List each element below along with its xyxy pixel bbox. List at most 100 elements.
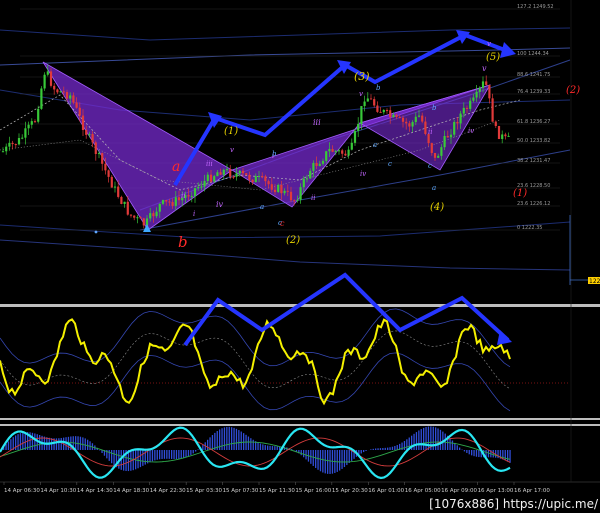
histogram-bar [231, 427, 233, 450]
histogram-bar [31, 432, 34, 450]
candle-body [254, 176, 257, 183]
candle-body [312, 163, 315, 171]
histogram-bar [257, 442, 259, 450]
histogram-bar [384, 447, 386, 450]
histogram-bar [17, 434, 19, 450]
histogram-bar [226, 426, 228, 450]
wave-label: (5) [486, 52, 500, 63]
histogram-bar [267, 445, 269, 450]
candle-body [264, 176, 267, 182]
candle-body [315, 163, 318, 166]
candle-body [350, 142, 353, 150]
candle-body [206, 174, 209, 181]
histogram-bar [466, 450, 468, 453]
candle-body [497, 125, 501, 139]
histogram-bar [223, 427, 226, 450]
candle-body [69, 95, 72, 99]
candle-body [446, 135, 449, 138]
candle-body [328, 149, 331, 152]
histogram-bar [425, 427, 427, 450]
candle-body [341, 150, 344, 154]
candle-body [136, 217, 139, 219]
candle-body [17, 138, 21, 145]
candle-body [88, 134, 91, 136]
time-tick-label: 15 Apr 03:30 [186, 488, 222, 494]
histogram-bar [190, 450, 192, 455]
candle-body [376, 105, 379, 112]
candle-body [398, 116, 401, 118]
histogram-bar [315, 450, 317, 468]
histogram-bar [171, 450, 173, 459]
candle-body [139, 217, 142, 219]
time-tick-label: 16 Apr 05:00 [405, 488, 441, 494]
candle-body [277, 184, 280, 192]
candle-body [209, 174, 213, 182]
candle-body [257, 176, 261, 178]
candle-body [379, 111, 382, 113]
candle-body [421, 115, 424, 122]
histogram-bar [149, 450, 151, 463]
candle-body [325, 151, 328, 161]
time-tick-label: 14 Apr 14:30 [77, 488, 113, 494]
histogram-bar [377, 448, 379, 450]
time-tick-label: 16 Apr 01:00 [368, 488, 404, 494]
candle-body [56, 89, 59, 93]
candle-body [366, 98, 369, 102]
candle-body [501, 134, 504, 139]
candle-body [305, 178, 309, 180]
histogram-bar [60, 437, 62, 450]
time-tick-label: 14 Apr 06:30 [4, 488, 40, 494]
histogram-bar [415, 432, 418, 450]
histogram-bar [221, 428, 223, 450]
wave-label: a [260, 203, 264, 211]
histogram-bar [339, 450, 341, 471]
fib-level-label: 38.2 1231.47 [517, 158, 550, 164]
histogram-bar [87, 439, 89, 450]
current-price-tag: 1222 [588, 277, 600, 285]
histogram-bar [183, 450, 185, 459]
histogram-bar [185, 450, 187, 458]
time-tick-label: 14 Apr 22:30 [150, 488, 186, 494]
wave-label: ii [181, 192, 185, 200]
histogram-bar [382, 448, 384, 450]
wave-label: a [373, 141, 377, 149]
fib-level-label: 61.8 1236.27 [517, 119, 550, 125]
wave-label: (1) [513, 188, 527, 199]
histogram-bar [387, 447, 389, 450]
candle-body [245, 173, 248, 175]
candle-body [152, 213, 155, 217]
candle-body [8, 142, 11, 147]
histogram-bar [456, 445, 458, 450]
histogram-bar [235, 428, 238, 450]
pane-separator [0, 424, 600, 426]
candle-body [190, 196, 193, 198]
histogram-bar [154, 450, 156, 461]
histogram-bar [372, 448, 374, 450]
histogram-bar [413, 433, 415, 450]
histogram-bar [420, 429, 422, 450]
candle-body [293, 200, 296, 202]
wave-label: c [278, 219, 282, 227]
candle-body [478, 87, 481, 92]
candle-body [289, 191, 293, 201]
candle-body [232, 176, 235, 178]
candle-body [65, 92, 69, 99]
histogram-bar [312, 450, 314, 466]
wave-label: a [432, 184, 436, 192]
histogram-bar [168, 450, 170, 459]
histogram-bar [247, 436, 250, 450]
histogram-bar [84, 438, 86, 450]
candle-body [286, 190, 289, 192]
candle-body [104, 163, 107, 171]
candle-body [219, 172, 222, 175]
time-tick-label: 15 Apr 11:30 [259, 488, 295, 494]
candle-body [200, 186, 203, 188]
candle-body [123, 201, 126, 204]
candle-body [462, 107, 465, 114]
histogram-bar [346, 450, 348, 466]
histogram-bar [317, 450, 319, 470]
wave-label: ii [311, 194, 315, 202]
candle-body [24, 128, 27, 138]
candle-body [411, 122, 414, 127]
watermark: [1076x886] https://upic.me/ [429, 497, 598, 511]
